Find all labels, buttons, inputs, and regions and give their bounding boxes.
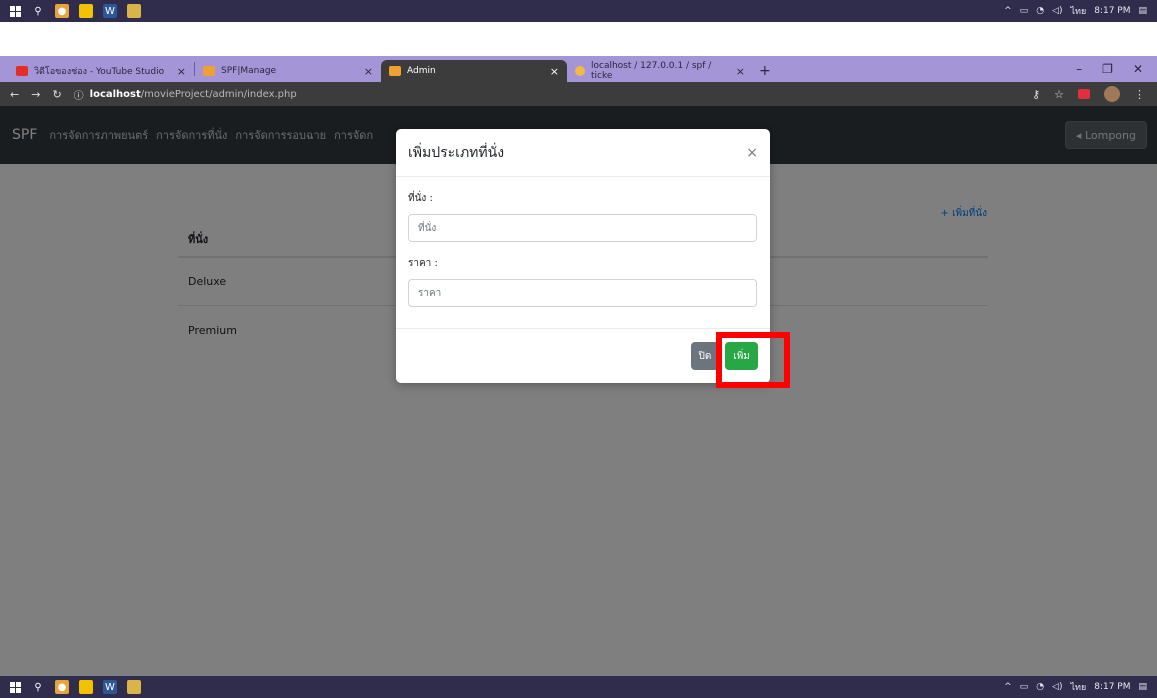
windows-start-icon[interactable] — [10, 681, 21, 693]
url-path: /movieProject/admin/index.php — [140, 88, 297, 100]
window-close-icon[interactable]: ✕ — [1133, 62, 1143, 76]
tab-label: localhost / 127.0.0.1 / spf / ticke — [591, 61, 712, 81]
sticky-notes-icon[interactable] — [79, 4, 93, 18]
notification-icon[interactable]: ▤ — [1138, 682, 1147, 692]
reload-icon[interactable]: ↻ — [52, 88, 61, 101]
forward-icon[interactable]: → — [31, 88, 40, 101]
new-tab-icon[interactable]: + — [753, 60, 777, 82]
battery-icon: ▭ — [1019, 682, 1029, 692]
word-icon[interactable]: W — [103, 4, 117, 18]
price-input[interactable] — [408, 279, 757, 307]
info-icon[interactable]: ⓘ — [74, 87, 84, 102]
tray-chevron-icon[interactable]: ^ — [1004, 682, 1012, 692]
tray-language[interactable]: ไทย — [1070, 680, 1086, 694]
url-bar[interactable]: ⓘ localhost/movieProject/admin/index.php — [74, 87, 297, 102]
tab-admin[interactable]: Admin × — [381, 60, 567, 82]
browser-tabstrip: วิดีโอของช่อง - YouTube Studio × SPF|Man… — [0, 56, 1157, 82]
price-label: ราคา : — [408, 258, 438, 269]
tab-close-icon[interactable]: × — [550, 65, 559, 78]
site-favicon-icon — [389, 66, 401, 76]
wifi-icon[interactable]: ◔ — [1036, 6, 1044, 16]
tab-spf-manage[interactable]: SPF|Manage × — [195, 60, 381, 82]
file-explorer-icon[interactable] — [127, 4, 141, 18]
chrome-icon[interactable]: ● — [55, 680, 69, 694]
screen-gap — [0, 22, 1157, 56]
notification-icon[interactable]: ▤ — [1138, 6, 1147, 16]
url-host: localhost — [89, 88, 141, 100]
close-icon[interactable]: × — [746, 145, 758, 161]
wifi-icon[interactable]: ◔ — [1036, 682, 1044, 692]
tray-language[interactable]: ไทย — [1070, 4, 1086, 18]
tray-chevron-icon[interactable]: ^ — [1004, 6, 1012, 16]
sticky-notes-icon[interactable] — [79, 680, 93, 694]
extension-icon[interactable] — [1078, 89, 1090, 99]
search-icon[interactable]: ⚲ — [31, 4, 45, 18]
site-favicon-icon — [203, 66, 215, 76]
seat-name-input[interactable] — [408, 214, 757, 242]
tab-close-icon[interactable]: × — [177, 65, 186, 78]
tray-clock[interactable]: 8:17 PM — [1094, 6, 1130, 16]
key-icon[interactable]: ⚷ — [1032, 88, 1040, 101]
modal-header: เพิ่มประเภทที่นั่ง × — [396, 129, 770, 177]
seat-label: ที่นั่ง : — [408, 193, 433, 204]
battery-icon: ▭ — [1019, 6, 1029, 16]
volume-icon[interactable]: ◁) — [1052, 682, 1062, 692]
bookmark-star-icon[interactable]: ☆ — [1054, 88, 1064, 101]
volume-icon[interactable]: ◁) — [1052, 6, 1062, 16]
tab-label: SPF|Manage — [221, 66, 277, 76]
taskbar-top: ⚲ ● W ^ ▭ ◔ ◁) ไทย 8:17 PM ▤ — [0, 0, 1157, 22]
tab-phpmyadmin[interactable]: localhost / 127.0.0.1 / spf / ticke × — [567, 60, 753, 82]
tab-youtube-studio[interactable]: วิดีโอของช่อง - YouTube Studio × — [8, 60, 194, 82]
minimize-icon[interactable]: – — [1076, 62, 1082, 76]
youtube-icon — [16, 66, 28, 76]
windows-start-icon[interactable] — [10, 5, 21, 17]
tab-label: Admin — [407, 66, 436, 76]
add-seat-type-modal: เพิ่มประเภทที่นั่ง × ที่นั่ง : ราคา : ปิ… — [396, 129, 770, 383]
tab-close-icon[interactable]: × — [736, 65, 745, 78]
back-icon[interactable]: ← — [10, 88, 19, 101]
tab-close-icon[interactable]: × — [364, 65, 373, 78]
menu-icon[interactable]: ⋮ — [1134, 88, 1145, 101]
profile-avatar[interactable] — [1104, 86, 1120, 102]
tab-label: วิดีโอของช่อง - YouTube Studio — [34, 67, 165, 77]
highlight-annotation — [716, 332, 790, 388]
word-icon[interactable]: W — [103, 680, 117, 694]
browser-addressbar: ← → ↻ ⓘ localhost/movieProject/admin/ind… — [0, 82, 1157, 106]
phpmyadmin-icon — [575, 66, 585, 76]
modal-title: เพิ่มประเภทที่นั่ง — [408, 144, 505, 161]
search-icon[interactable]: ⚲ — [31, 680, 45, 694]
modal-footer: ปิด เพิ่ม — [396, 329, 770, 383]
chrome-icon[interactable]: ● — [55, 4, 69, 18]
file-explorer-icon[interactable] — [127, 680, 141, 694]
tray-clock[interactable]: 8:17 PM — [1094, 682, 1130, 692]
modal-body: ที่นั่ง : ราคา : — [396, 177, 770, 329]
maximize-icon[interactable]: ❐ — [1102, 62, 1113, 76]
taskbar-bottom: ⚲ ● W ^ ▭ ◔ ◁) ไทย 8:17 PM ▤ — [0, 676, 1157, 698]
